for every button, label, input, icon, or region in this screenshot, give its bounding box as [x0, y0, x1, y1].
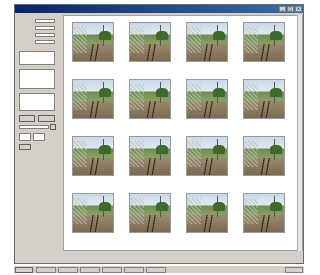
railway-thumbnail[interactable]: [72, 22, 114, 62]
track-graphic: [193, 43, 221, 61]
railway-thumbnail[interactable]: [186, 22, 228, 62]
railway-thumbnail[interactable]: [243, 193, 285, 233]
taskbar-item[interactable]: [124, 267, 144, 273]
tree-graphic: [270, 201, 283, 212]
track-graphic: [79, 157, 107, 175]
railway-thumbnail[interactable]: [72, 136, 114, 176]
field-value-3[interactable]: [35, 33, 55, 37]
field-value-4[interactable]: [35, 40, 55, 44]
taskbar-item[interactable]: [80, 267, 100, 273]
field-value-1[interactable]: [35, 19, 55, 23]
railway-thumbnail[interactable]: [243, 22, 285, 62]
tree-graphic: [99, 201, 112, 212]
tree-graphic: [270, 144, 283, 155]
dropdown-button[interactable]: [50, 124, 56, 130]
taskbar: [14, 265, 304, 273]
options-box: [19, 69, 55, 89]
track-graphic: [193, 100, 221, 118]
info-box: [19, 51, 55, 65]
field-value-2[interactable]: [35, 26, 55, 30]
railway-thumbnail[interactable]: [72, 79, 114, 119]
title-buttons: _ □ ×: [279, 6, 302, 12]
track-graphic: [79, 100, 107, 118]
tree-graphic: [156, 87, 169, 98]
railway-thumbnail[interactable]: [129, 22, 171, 62]
taskbar-item[interactable]: [146, 267, 166, 273]
small-field-2[interactable]: [33, 133, 45, 141]
railway-thumbnail[interactable]: [243, 79, 285, 119]
panel-button-3[interactable]: [19, 144, 31, 150]
track-graphic: [136, 157, 164, 175]
main-window: _ □ ×: [14, 4, 304, 264]
track-graphic: [193, 157, 221, 175]
details-box: [19, 93, 55, 111]
tree-graphic: [156, 30, 169, 41]
track-graphic: [250, 157, 278, 175]
maximize-button[interactable]: □: [287, 6, 294, 12]
tree-graphic: [213, 87, 226, 98]
panel-button-2[interactable]: [38, 115, 55, 122]
tree-graphic: [99, 144, 112, 155]
railway-thumbnail[interactable]: [129, 79, 171, 119]
tree-graphic: [99, 87, 112, 98]
railway-thumbnail[interactable]: [129, 136, 171, 176]
tree-graphic: [270, 30, 283, 41]
tree-graphic: [99, 30, 112, 41]
panel-button-1[interactable]: [19, 115, 35, 122]
track-graphic: [136, 100, 164, 118]
tree-graphic: [270, 87, 283, 98]
start-button[interactable]: [15, 267, 33, 273]
taskbar-item[interactable]: [36, 267, 56, 273]
track-graphic: [79, 214, 107, 232]
railway-thumbnail[interactable]: [186, 136, 228, 176]
railway-thumbnail[interactable]: [129, 193, 171, 233]
taskbar-item[interactable]: [58, 267, 78, 273]
railway-thumbnail[interactable]: [243, 136, 285, 176]
small-field-1[interactable]: [19, 133, 31, 141]
railway-thumbnail[interactable]: [186, 79, 228, 119]
close-button[interactable]: ×: [295, 6, 302, 12]
tree-graphic: [156, 144, 169, 155]
track-graphic: [136, 214, 164, 232]
railway-thumbnail[interactable]: [186, 193, 228, 233]
left-control-panel: [17, 15, 58, 251]
tree-graphic: [213, 30, 226, 41]
taskbar-item[interactable]: [102, 267, 122, 273]
minimize-button[interactable]: _: [279, 6, 286, 12]
track-graphic: [250, 43, 278, 61]
tree-graphic: [213, 144, 226, 155]
title-bar: _ □ ×: [15, 5, 303, 13]
track-graphic: [250, 214, 278, 232]
railway-thumbnail[interactable]: [72, 193, 114, 233]
track-graphic: [136, 43, 164, 61]
track-graphic: [79, 43, 107, 61]
tree-graphic: [156, 201, 169, 212]
track-graphic: [193, 214, 221, 232]
tree-graphic: [213, 201, 226, 212]
vertical-scrollbar[interactable]: [297, 15, 302, 251]
thumbnail-grid: [63, 15, 303, 251]
select-field[interactable]: [19, 125, 49, 129]
track-graphic: [250, 100, 278, 118]
taskbar-clock: [285, 267, 303, 273]
